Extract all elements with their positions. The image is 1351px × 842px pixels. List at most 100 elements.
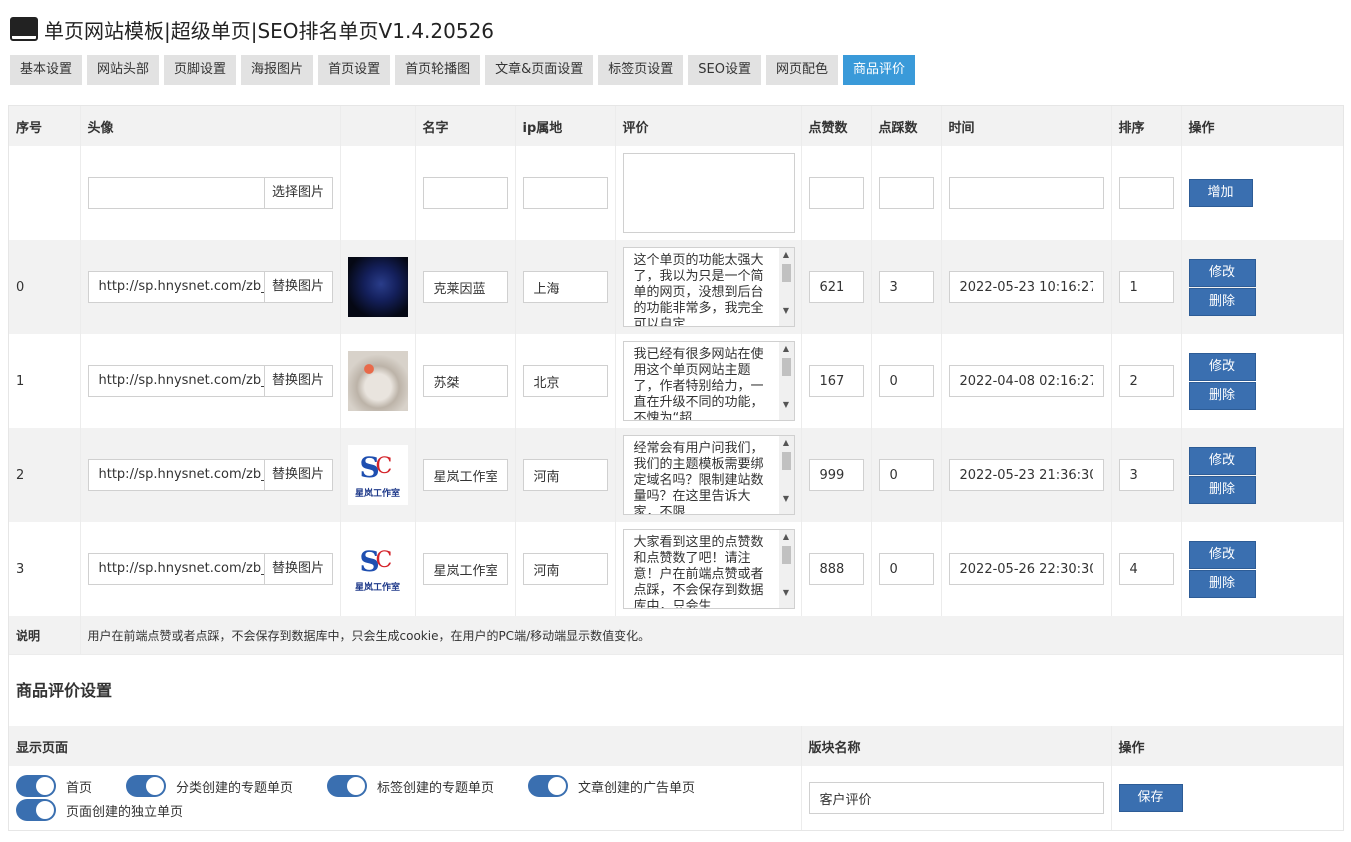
order-input[interactable]	[1118, 459, 1174, 491]
avatar-url-field[interactable]: http://sp.hnysnet.com/zb_users/upload/20…	[87, 459, 333, 491]
avatar-url-field[interactable]: http://sp.hnysnet.com/zb_users/upload/20…	[87, 271, 333, 303]
tab-footer-settings[interactable]: 页脚设置	[164, 55, 237, 85]
delete-button[interactable]: 删除	[1188, 475, 1256, 504]
toggle-switch[interactable]	[528, 775, 569, 797]
row-index: 2	[9, 428, 81, 522]
likes-input[interactable]	[808, 553, 864, 585]
tab-seo-settings[interactable]: SEO设置	[688, 55, 761, 85]
scroll-up-icon[interactable]: ▲	[779, 248, 794, 262]
save-button[interactable]: 保存	[1118, 784, 1183, 812]
ip-input[interactable]	[522, 271, 608, 303]
block-name-input[interactable]	[808, 782, 1104, 814]
note-text: 用户在前端点赞或者点踩，不会保存到数据库中，只会生成cookie，在用户的PC端…	[80, 616, 1343, 654]
replace-image-button[interactable]: 替换图片	[263, 366, 332, 396]
textarea-scrollbar[interactable]: ▲ ▼	[778, 248, 794, 326]
avatar-url-field[interactable]: http://sp.hnysnet.com/zb_users/upload/20…	[87, 553, 333, 585]
toggle-switch[interactable]	[327, 775, 368, 797]
scroll-up-icon[interactable]: ▲	[779, 530, 794, 544]
tab-product-reviews[interactable]: 商品评价	[842, 55, 915, 85]
col-review: 评价	[615, 106, 802, 146]
toggle-label: 文章创建的广告单页	[578, 780, 696, 796]
studio-logo-thumbnail: S C 星岚工作室	[347, 539, 408, 599]
scroll-down-icon[interactable]: ▼	[779, 398, 794, 412]
delete-button[interactable]: 删除	[1188, 287, 1256, 316]
avatar-url-input[interactable]: http://sp.hnysnet.com/zb_users/upload/20…	[89, 272, 264, 302]
toggle-article-ad-pages[interactable]: 文章创建的广告单页	[528, 774, 695, 798]
add-button[interactable]: 增加	[1188, 179, 1253, 207]
textarea-scrollbar[interactable]: ▲ ▼	[778, 342, 794, 420]
toggle-home[interactable]: 首页	[16, 774, 92, 798]
ip-input[interactable]	[522, 365, 608, 397]
ip-input[interactable]	[522, 177, 608, 209]
likes-input[interactable]	[808, 271, 864, 303]
review-textarea[interactable]: 我已经有很多网站在使用这个单页网站主题了，作者特别给力，一直在升级不同的功能，不…	[622, 341, 795, 421]
select-image-button[interactable]: 选择图片	[263, 178, 332, 208]
toggle-standalone-pages[interactable]: 页面创建的独立单页	[16, 798, 183, 822]
edit-button[interactable]: 修改	[1188, 540, 1256, 569]
textarea-scrollbar[interactable]: ▲ ▼	[778, 530, 794, 608]
tab-tag-page-settings[interactable]: 标签页设置	[598, 55, 684, 85]
scroll-up-icon[interactable]: ▲	[779, 342, 794, 356]
toggle-switch[interactable]	[16, 775, 56, 797]
tab-color-scheme[interactable]: 网页配色	[765, 55, 838, 85]
toggle-category-pages[interactable]: 分类创建的专题单页	[126, 774, 293, 798]
order-input[interactable]	[1118, 177, 1174, 209]
tab-article-page-settings[interactable]: 文章&页面设置	[485, 55, 594, 85]
name-input[interactable]	[422, 365, 508, 397]
time-input[interactable]	[948, 365, 1104, 397]
replace-image-button[interactable]: 替换图片	[263, 272, 332, 302]
review-textarea[interactable]: 大家看到这里的点赞数和点赞数了吧！请注意！户在前端点赞或者点踩，不会保存到数据库…	[622, 529, 795, 609]
ip-input[interactable]	[522, 459, 608, 491]
delete-button[interactable]: 删除	[1188, 381, 1256, 410]
time-input[interactable]	[948, 271, 1104, 303]
scroll-down-icon[interactable]: ▼	[779, 492, 794, 506]
toggle-tag-pages[interactable]: 标签创建的专题单页	[327, 774, 494, 798]
name-input[interactable]	[422, 177, 508, 209]
scroll-down-icon[interactable]: ▼	[779, 304, 794, 318]
edit-button[interactable]: 修改	[1188, 446, 1256, 475]
dislikes-input[interactable]	[878, 459, 934, 491]
tab-poster-images[interactable]: 海报图片	[241, 55, 314, 85]
name-input[interactable]	[422, 553, 508, 585]
dislikes-input[interactable]	[878, 365, 934, 397]
dislikes-input[interactable]	[878, 177, 934, 209]
tab-basic-settings[interactable]: 基本设置	[10, 55, 83, 85]
name-input[interactable]	[422, 271, 508, 303]
toggle-switch[interactable]	[16, 799, 56, 821]
delete-button[interactable]: 删除	[1188, 569, 1256, 598]
avatar-url-input[interactable]	[89, 178, 264, 208]
name-input[interactable]	[422, 459, 508, 491]
toggle-switch[interactable]	[126, 775, 167, 797]
order-input[interactable]	[1118, 271, 1174, 303]
scroll-down-icon[interactable]: ▼	[779, 586, 794, 600]
tab-site-header[interactable]: 网站头部	[87, 55, 160, 85]
avatar-url-field[interactable]: 选择图片	[87, 177, 333, 209]
edit-button[interactable]: 修改	[1188, 258, 1256, 287]
likes-input[interactable]	[808, 177, 864, 209]
edit-button[interactable]: 修改	[1188, 352, 1256, 381]
toggle-label: 首页	[66, 780, 93, 796]
dislikes-input[interactable]	[878, 271, 934, 303]
review-textarea[interactable]: 经常会有用户问我们，我们的主题模板需要绑定域名吗？限制建站数量吗？在这里告诉大家…	[622, 435, 795, 515]
review-textarea[interactable]	[622, 153, 795, 233]
replace-image-button[interactable]: 替换图片	[263, 460, 332, 490]
avatar-url-input[interactable]: http://sp.hnysnet.com/zb_users/upload/20…	[89, 460, 264, 490]
ip-input[interactable]	[522, 553, 608, 585]
tab-home-settings[interactable]: 首页设置	[318, 55, 391, 85]
time-input[interactable]	[948, 459, 1104, 491]
replace-image-button[interactable]: 替换图片	[263, 554, 332, 584]
textarea-scrollbar[interactable]: ▲ ▼	[778, 436, 794, 514]
scroll-up-icon[interactable]: ▲	[779, 436, 794, 450]
order-input[interactable]	[1118, 553, 1174, 585]
likes-input[interactable]	[808, 365, 864, 397]
dislikes-input[interactable]	[878, 553, 934, 585]
tab-home-carousel[interactable]: 首页轮播图	[395, 55, 481, 85]
time-input[interactable]	[948, 553, 1104, 585]
avatar-url-input[interactable]: http://sp.hnysnet.com/zb_users/upload/20…	[89, 554, 264, 584]
avatar-url-input[interactable]: http://sp.hnysnet.com/zb_users/upload/20…	[89, 366, 264, 396]
time-input[interactable]	[948, 177, 1104, 209]
avatar-url-field[interactable]: http://sp.hnysnet.com/zb_users/upload/20…	[87, 365, 333, 397]
order-input[interactable]	[1118, 365, 1174, 397]
review-textarea[interactable]: 这个单页的功能太强大了，我以为只是一个简单的网页，没想到后台的功能非常多，我完全…	[622, 247, 795, 327]
likes-input[interactable]	[808, 459, 864, 491]
